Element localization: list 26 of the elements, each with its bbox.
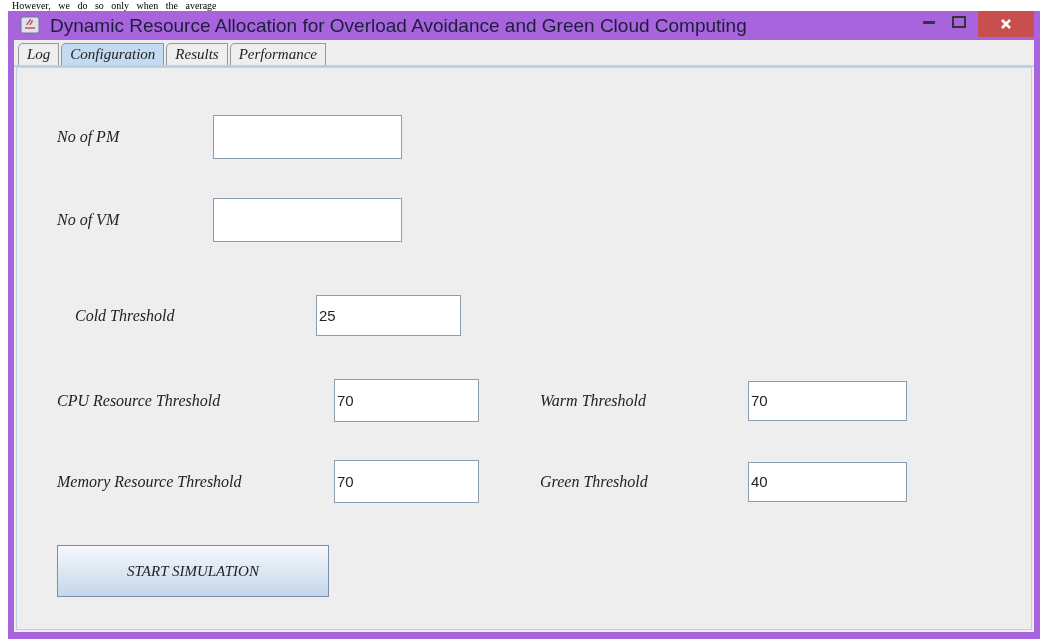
tab[interactable]: Results xyxy=(166,43,228,65)
field-label: Warm Threshold xyxy=(540,391,647,410)
tab[interactable]: Log xyxy=(18,43,60,65)
input-field[interactable] xyxy=(213,198,402,242)
input-field[interactable]: 70 xyxy=(334,379,479,422)
field-label: No of VM xyxy=(57,211,121,229)
maximize-icon xyxy=(952,16,966,28)
input-field[interactable]: 40 xyxy=(748,461,907,502)
minimize-icon xyxy=(923,20,935,24)
field-label: Cold Threshold xyxy=(74,306,176,325)
field-label: No of PM xyxy=(57,128,121,146)
tab[interactable]: Performance xyxy=(229,43,326,65)
close-icon xyxy=(1000,18,1012,30)
close-button[interactable] xyxy=(978,11,1034,37)
input-field[interactable]: 70 xyxy=(334,460,479,503)
field-label: CPU Resource Threshold xyxy=(57,391,222,410)
document-text: However, we do so only when the average xyxy=(12,0,217,11)
field-label: Memory Resource Threshold xyxy=(57,472,243,491)
field-label: Green Threshold xyxy=(540,472,649,491)
input-field[interactable]: 25 xyxy=(316,295,461,336)
app-icon xyxy=(20,16,40,34)
input-field[interactable] xyxy=(213,115,402,159)
start-simulation-button[interactable]: START SIMULATION xyxy=(57,545,329,597)
window-title: Dynamic Resource Allocation for Overload Avoidance and Green Cloud Computing xyxy=(50,14,748,37)
tab[interactable]: Configuration xyxy=(61,43,165,65)
input-field[interactable]: 70 xyxy=(748,380,907,421)
